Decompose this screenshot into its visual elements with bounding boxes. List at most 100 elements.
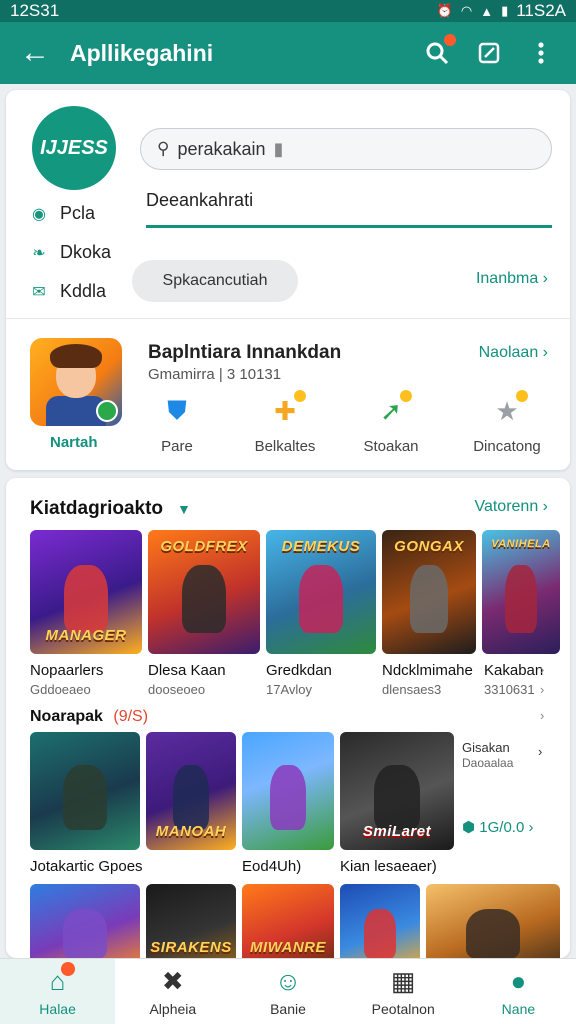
side-rating[interactable]: ⬢ 1G/0.0 › [462,818,533,836]
status-icons: ⏰ ◠ ▲ ▮ 11S2A [437,1,566,21]
action-label: Stoakan [363,438,419,455]
game-sub: 3310631 [484,682,535,697]
rating-icon: ⬢ [462,819,476,836]
gamepad-icon: ✖ [161,966,184,996]
game-tile[interactable]: GONGAX [382,530,476,654]
game-sub: 17Avloy [266,682,313,697]
edit-button[interactable] [474,38,504,68]
mail-icon: ✉ [32,283,46,301]
side-rating-text: 1G/0.0 › [479,819,534,836]
side-subtitle: Daoaalaa [462,756,514,770]
puzzle-icon: ✚ [268,390,306,428]
status-clock: 11S2A [516,1,566,20]
game-tile[interactable] [242,732,334,850]
game-name: Jotakartic Gpoes [30,858,143,875]
game-name: Kakaban [484,662,544,679]
game-art-title: MANOAH [155,823,227,840]
featured-link[interactable]: Naolaan › [479,344,548,362]
filter-chip[interactable]: Spkacancutiah [132,260,298,302]
search-value: perakakain [177,138,266,159]
featured-subtitle: Gmamirra | 3 10131 [148,366,282,383]
side-link-kddla[interactable]: ✉ Kddla [30,272,111,311]
game-art-title: DEMEKUS [281,538,361,555]
game-tile[interactable]: MIWANRE [242,884,334,958]
chevron-right-icon: › [540,708,545,723]
divider [6,318,570,319]
action-label: Belkaltes [254,438,316,455]
featured-label: Nartah [50,434,98,451]
action-pare[interactable]: ⛊ Pare [132,394,222,455]
game-art-title: SmiLaret [362,823,432,840]
search-input[interactable]: ⚲ perakakain ▮ [140,128,552,170]
game-tile[interactable]: GOLDFREX [148,530,260,654]
shield-icon: ⛊ [167,395,187,425]
calendar-icon: ▦ [390,966,416,996]
game-art-title: SIRAKENS [150,939,232,956]
search-button[interactable] [422,34,456,68]
game-tile[interactable]: MANAGER [30,530,142,654]
featured-app-image[interactable] [30,338,122,426]
bottom-nav: ⌂ Halae ✖ Alpheia ☺ Banie ▦ Peotalnon ● … [0,958,576,1024]
search-icon: ⚲ [157,139,170,158]
arrow-icon: ➚ [374,390,412,428]
profile-card: IJJESS ◉ Pcla ❧ Dkoka ✉ Kddla ⚲ perakaka… [6,90,570,470]
side-link-label: Pcla [60,203,96,223]
game-tile[interactable]: DEMEKUS [266,530,376,654]
alarm-icon: ⏰ [436,3,453,18]
app-bar: ← Apllikegahini [0,22,576,84]
section1-title[interactable]: Kiatdagrioakto ▼ [30,498,191,520]
game-art-title: GONGAX [394,538,464,555]
nav-peotalnon[interactable]: ▦ Peotalnon [346,959,461,1024]
side-links: ◉ Pcla ❧ Dkoka ✉ Kddla [30,194,111,311]
nav-nane[interactable]: ● Nane [461,959,576,1024]
game-tile[interactable] [30,732,140,850]
nav-label: Banie [270,1001,306,1017]
more-vert-icon [538,42,544,64]
action-belkaltes[interactable]: ✚ Belkaltes [240,390,330,455]
description-input[interactable]: Deeankahrati [146,188,552,228]
edit-icon [478,42,500,64]
game-tile[interactable] [30,884,140,958]
featured-title: Baplntiara Innankdan [148,342,342,363]
game-tile[interactable]: VANIHELA [482,530,560,654]
chevron-right-icon[interactable]: › [538,744,542,759]
more-menu-button[interactable] [526,38,556,68]
game-name: Ndcklmimahe [382,662,473,679]
inanbma-link[interactable]: Inanbma › [476,270,548,288]
arrow-left-icon: ← [20,36,50,69]
game-tile[interactable]: SIRAKENS [146,884,236,958]
section1-link[interactable]: Vatorenn › [474,498,548,516]
game-sub: Gddoeaeo [30,682,91,697]
chevron-right-icon: › [540,662,545,677]
side-link-pcla[interactable]: ◉ Pcla [30,194,111,233]
nav-banie[interactable]: ☺ Banie [230,959,345,1024]
section2-title[interactable]: Noarapak (9/S) [30,708,148,726]
action-dincatong[interactable]: ★ Dincatong [452,390,562,455]
nav-home[interactable]: ⌂ Halae [0,959,116,1024]
back-button[interactable]: ← [0,22,70,84]
game-sub: dlensaes3 [382,682,442,697]
action-label: Dincatong [473,438,541,455]
section2-title-text: Noarapak [30,708,103,725]
game-name: Dlesa Kaan [148,662,226,679]
game-tile[interactable] [340,884,420,958]
nav-label: Halae [39,1001,76,1017]
game-art-title: GOLDFREX [160,538,248,555]
app-title: Apllikegahini [70,39,214,66]
nav-alpheia[interactable]: ✖ Alpheia [115,959,230,1024]
game-sub: dooseoeo [148,682,206,697]
section1-title-text: Kiatdagrioakto [30,498,164,519]
side-link-label: Kddla [60,281,107,301]
game-art-title: MANAGER [45,627,127,644]
games-card: Kiatdagrioakto ▼ Vatorenn › MANAGER GOLDF… [6,478,570,958]
side-link-dkoka[interactable]: ❧ Dkoka [30,233,111,272]
game-tile[interactable]: SmiLaret [340,732,454,850]
text-cursor: ▮ [273,138,284,159]
game-tile[interactable] [426,884,560,958]
game-name: Gredkdan [266,662,332,679]
game-name: Eod4Uh) [242,858,302,875]
brand-logo: IJJESS [32,106,116,190]
action-stoakan[interactable]: ➚ Stoakan [346,390,436,455]
game-tile[interactable]: MANOAH [146,732,236,850]
signal-icon: ▲ [480,3,494,19]
